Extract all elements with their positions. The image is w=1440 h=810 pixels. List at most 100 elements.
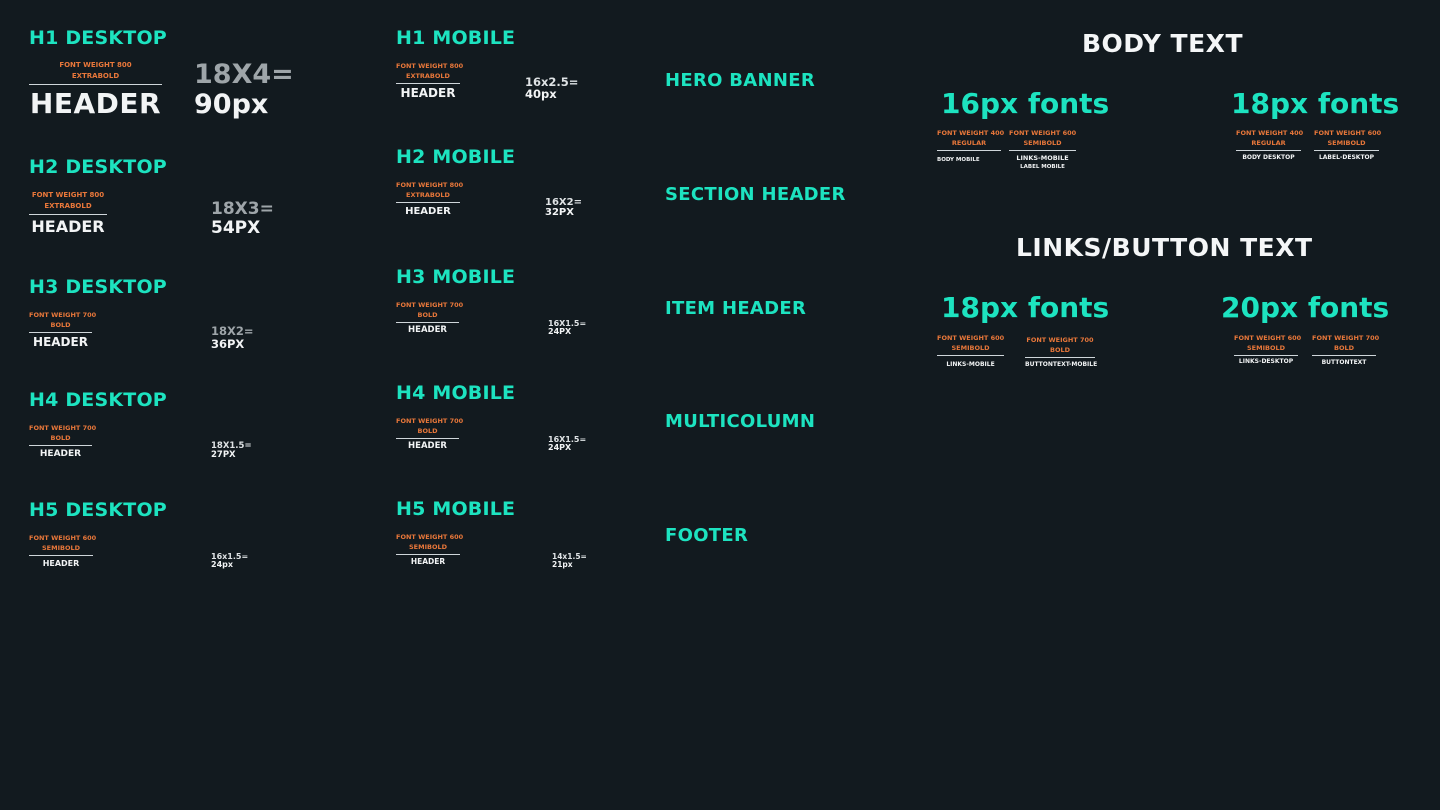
weight-name: EXTRABOLD	[406, 72, 450, 81]
weight-label: FONT WEIGHT 700	[1026, 336, 1094, 344]
calc-result: 90px	[194, 89, 269, 120]
weight-name: BOLD	[1333, 344, 1355, 353]
weight-label: FONT WEIGHT 600	[1314, 129, 1382, 137]
category-multicolumn: MULTICOLUMN	[665, 411, 816, 432]
h4-desktop-title: H4 DESKTOP	[29, 389, 167, 411]
weight-name: SEMIBOLD	[408, 543, 448, 552]
h2-desktop-calc: 18X3= 54PX	[211, 201, 274, 237]
sample-header: HEADER	[31, 216, 105, 236]
weight-label: FONT WEIGHT 700	[1312, 334, 1380, 342]
links-20px-title: 20px fonts	[1221, 291, 1390, 324]
sample-header: HEADER	[408, 441, 447, 452]
h1-desktop-title: H1 DESKTOP	[29, 27, 167, 49]
weight-name: SEMIBOLD	[1023, 139, 1062, 148]
weight-label: FONT WEIGHT 700	[396, 301, 464, 309]
body-16-semibold-spec: FONT WEIGHT 600 SEMIBOLD LINKS-MOBILE LA…	[1009, 128, 1076, 170]
divider	[396, 438, 459, 440]
weight-name: BOLD	[417, 427, 438, 436]
calc-formula: 18X4=	[194, 59, 294, 90]
h3-mobile-spec: FONT WEIGHT 700 BOLD HEADER	[396, 300, 464, 336]
calc-result: 40px	[525, 86, 557, 101]
usage-label-secondary: LABEL MOBILE	[1020, 163, 1065, 170]
divider	[29, 213, 107, 215]
divider	[1236, 150, 1301, 152]
weight-label: FONT WEIGHT 700	[396, 417, 464, 425]
h4-mobile-title: H4 MOBILE	[396, 382, 516, 404]
category-section-header: SECTION HEADER	[665, 184, 846, 205]
weight-name: BOLD	[50, 321, 71, 330]
weight-name: SEMIBOLD	[951, 344, 990, 353]
weight-name: EXTRABOLD	[71, 71, 120, 80]
divider	[29, 332, 92, 334]
links-button-heading: LINKS/BUTTON TEXT	[1016, 233, 1313, 262]
h1-mobile-spec: FONT WEIGHT 800 EXTRABOLD HEADER	[396, 61, 463, 101]
weight-label: FONT WEIGHT 700	[29, 424, 97, 432]
divider	[1312, 355, 1376, 357]
h2-desktop-title: H2 DESKTOP	[29, 156, 167, 178]
divider	[937, 355, 1004, 357]
divider	[1314, 150, 1379, 152]
divider	[29, 555, 93, 557]
h4-mobile-spec: FONT WEIGHT 700 BOLD HEADER	[396, 416, 464, 452]
divider	[396, 322, 459, 324]
body-16px-title: 16px fonts	[941, 87, 1110, 120]
weight-name: SEMIBOLD	[1246, 344, 1286, 353]
h2-mobile-spec: FONT WEIGHT 800 EXTRABOLD HEADER	[396, 180, 464, 218]
sample-header: HEADER	[39, 449, 82, 460]
calc-result: 24PX	[548, 327, 572, 336]
usage-label: BUTTONTEXT-MOBILE	[1025, 361, 1098, 369]
body-18-regular-spec: FONT WEIGHT 400 REGULAR BODY DESKTOP	[1236, 128, 1304, 162]
h3-mobile-title: H3 MOBILE	[396, 266, 516, 288]
weight-name: EXTRABOLD	[406, 191, 450, 200]
h1-mobile-title: H1 MOBILE	[396, 27, 516, 49]
h3-mobile-calc: 16X1.5= 24PX	[548, 320, 586, 336]
h5-mobile-title: H5 MOBILE	[396, 498, 516, 520]
weight-label: FONT WEIGHT 600	[937, 334, 1005, 342]
sample-header: HEADER	[400, 86, 456, 101]
body-18px-title: 18px fonts	[1231, 87, 1400, 120]
weight-name: BOLD	[417, 311, 438, 320]
usage-label: BUTTONTEXT	[1321, 359, 1367, 367]
divider	[29, 445, 92, 447]
divider	[396, 554, 460, 556]
sample-header: HEADER	[408, 325, 447, 336]
weight-name: EXTRABOLD	[44, 201, 92, 210]
sample-header: HEADER	[42, 559, 80, 569]
calc-formula: 18X3=	[211, 199, 274, 219]
usage-label: BODY MOBILE	[937, 157, 980, 164]
sample-header: HEADER	[29, 86, 162, 120]
body-18-semibold-spec: FONT WEIGHT 600 SEMIBOLD LABEL-DESKTOP	[1314, 128, 1382, 162]
h5-desktop-calc: 16x1.5= 24px	[211, 553, 248, 569]
h2-mobile-title: H2 MOBILE	[396, 146, 516, 168]
h5-mobile-calc: 14x1.5= 21px	[552, 553, 587, 568]
weight-label: FONT WEIGHT 600	[396, 533, 464, 541]
h1-desktop-calc: 18X4= 90px	[194, 61, 294, 118]
category-item-header: ITEM HEADER	[665, 298, 807, 319]
links-20-semibold-spec: FONT WEIGHT 600 SEMIBOLD LINKS-DESKTOP	[1234, 333, 1302, 366]
h1-desktop-spec: FONT WEIGHT 800 EXTRABOLD HEADER	[29, 60, 162, 120]
h2-mobile-calc: 16X2= 32PX	[545, 198, 582, 218]
usage-label: BODY DESKTOP	[1242, 154, 1295, 162]
calc-result: 24PX	[548, 443, 572, 452]
h5-desktop-spec: FONT WEIGHT 600 SEMIBOLD HEADER	[29, 533, 96, 569]
sample-header: HEADER	[33, 335, 88, 350]
links-18-bold-spec: FONT WEIGHT 700 BOLD BUTTONTEXT-MOBILE	[1025, 335, 1098, 369]
weight-label: FONT WEIGHT 800	[396, 181, 464, 189]
calc-result: 36PX	[211, 336, 245, 351]
weight-label: FONT WEIGHT 800	[59, 61, 132, 69]
category-footer: FOOTER	[665, 525, 749, 546]
weight-label: FONT WEIGHT 400	[937, 129, 1005, 137]
links-18px-title: 18px fonts	[941, 291, 1110, 324]
usage-label: LINKS-MOBILE	[1016, 154, 1069, 163]
usage-label: LABEL-DESKTOP	[1318, 154, 1375, 162]
sample-header: HEADER	[405, 206, 451, 218]
divider	[396, 83, 460, 85]
h2-desktop-spec: FONT WEIGHT 800 EXTRABOLD HEADER	[29, 190, 107, 236]
body-16-regular-spec: FONT WEIGHT 400 REGULAR BODY MOBILE	[937, 128, 1005, 164]
weight-name: REGULAR	[1251, 139, 1286, 148]
weight-label: FONT WEIGHT 700	[29, 311, 97, 319]
calc-formula: 18X2=	[211, 324, 254, 338]
h5-desktop-title: H5 DESKTOP	[29, 499, 167, 521]
weight-label: FONT WEIGHT 400	[1236, 129, 1304, 137]
weight-label: FONT WEIGHT 600	[1234, 334, 1302, 342]
